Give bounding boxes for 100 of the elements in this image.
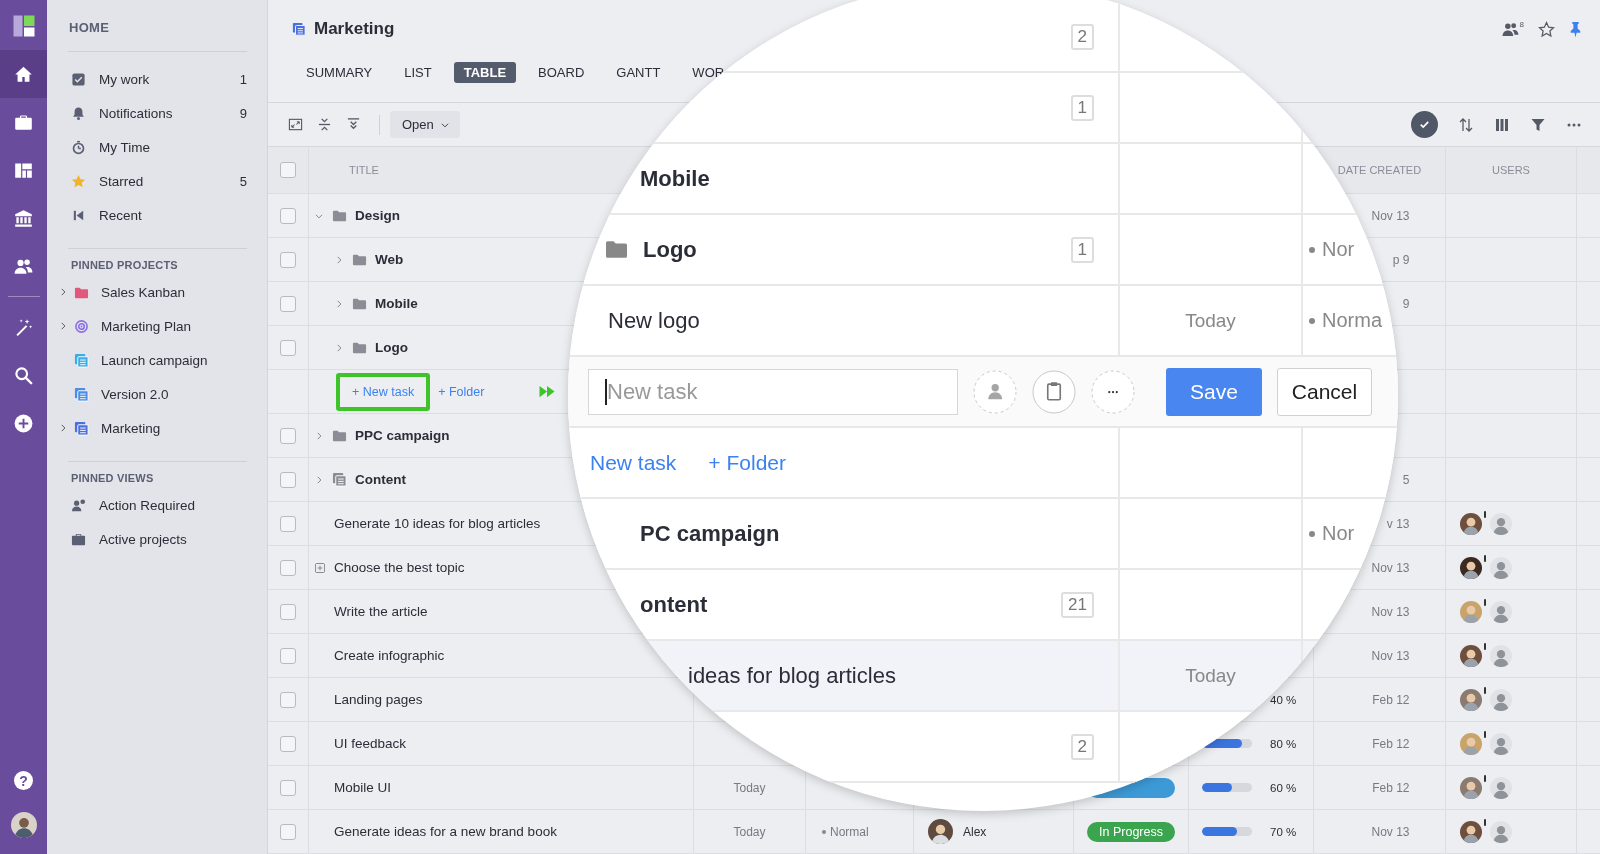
row-checkbox[interactable] bbox=[280, 251, 296, 268]
check-filter-button[interactable] bbox=[1411, 111, 1438, 138]
row-checkbox[interactable] bbox=[280, 779, 296, 796]
save-button[interactable]: Save bbox=[1166, 367, 1262, 416]
due-date: Today bbox=[1185, 309, 1236, 332]
row-checkbox[interactable] bbox=[280, 207, 296, 224]
avatar[interactable] bbox=[10, 812, 37, 838]
view-link[interactable]: Active projects bbox=[99, 531, 247, 547]
row-checkbox[interactable] bbox=[280, 647, 296, 664]
people-icon[interactable] bbox=[1501, 20, 1519, 38]
columns-icon[interactable] bbox=[1494, 116, 1510, 133]
nav-link[interactable]: Recent bbox=[99, 207, 247, 223]
row-checkbox[interactable] bbox=[280, 603, 296, 620]
row-checkbox[interactable] bbox=[280, 823, 296, 840]
project-link[interactable]: Launch campaign bbox=[101, 352, 247, 368]
collapse-icon[interactable] bbox=[317, 117, 332, 132]
row-title[interactable]: PC campaign bbox=[640, 520, 780, 547]
task-title[interactable]: Write the article bbox=[334, 604, 428, 619]
row-title[interactable]: PPC campaign bbox=[355, 428, 450, 443]
view-tab[interactable]: TABLE bbox=[453, 62, 517, 83]
row-checkbox[interactable] bbox=[280, 559, 296, 576]
project-link[interactable]: Marketing Plan bbox=[101, 318, 247, 334]
sort-icon[interactable] bbox=[1458, 116, 1474, 133]
folder-icon bbox=[352, 296, 367, 311]
person-alert-icon bbox=[71, 497, 86, 513]
progress-percent: 80 % bbox=[1270, 737, 1297, 750]
collapse-all-icon[interactable] bbox=[346, 117, 361, 132]
view-tab[interactable]: LIST bbox=[394, 62, 442, 83]
progress-percent: 70 % bbox=[1270, 825, 1297, 838]
date-created: Nov 13 bbox=[1370, 604, 1410, 619]
project-link[interactable]: Version 2.0 bbox=[101, 386, 247, 402]
expand-icon[interactable] bbox=[288, 117, 303, 132]
row-title[interactable]: Mobile bbox=[640, 165, 710, 192]
nav-link[interactable]: My Time bbox=[99, 139, 247, 155]
logo-icon bbox=[11, 14, 36, 38]
row-title[interactable]: ideas for blog articles bbox=[688, 662, 896, 689]
chevron-right-icon[interactable] bbox=[314, 430, 324, 441]
count-badge: 21 bbox=[1061, 591, 1094, 618]
item-count: 1 bbox=[239, 71, 247, 87]
row-checkbox[interactable] bbox=[280, 691, 296, 708]
task-title[interactable]: Landing pages bbox=[334, 692, 423, 707]
clipboard-icon[interactable] bbox=[1032, 369, 1076, 414]
progress-percent: 60 % bbox=[1270, 781, 1297, 794]
cancel-button[interactable]: Cancel bbox=[1277, 367, 1372, 416]
project-link[interactable]: Sales Kanban bbox=[101, 284, 247, 300]
briefcase-icon bbox=[14, 112, 33, 132]
expand-subtasks-icon[interactable] bbox=[314, 561, 326, 574]
date-created: Feb 12 bbox=[1371, 736, 1410, 751]
view-tab[interactable]: SUMMARY bbox=[296, 62, 383, 83]
task-title[interactable]: UI feedback bbox=[334, 736, 407, 751]
row-checkbox[interactable] bbox=[280, 339, 296, 356]
task-title[interactable]: Generate ideas for a new brand book bbox=[334, 824, 557, 839]
section-title: PINNED VIEWS bbox=[71, 472, 155, 484]
project-link[interactable]: Marketing bbox=[101, 420, 247, 436]
row-checkbox[interactable] bbox=[280, 295, 296, 312]
row-title[interactable]: New logo bbox=[608, 307, 700, 334]
project-title: Marketing bbox=[314, 19, 395, 39]
task-title[interactable]: Create infographic bbox=[334, 648, 445, 663]
date-created: v 13 bbox=[1385, 516, 1410, 531]
row-title[interactable]: ontent bbox=[640, 591, 708, 618]
add-link[interactable]: New task bbox=[590, 450, 677, 475]
task-title[interactable]: Generate 10 ideas for blog articles bbox=[334, 516, 541, 531]
row-title[interactable]: Web bbox=[375, 252, 404, 267]
row-title[interactable]: Mobile bbox=[375, 296, 418, 311]
task-title[interactable]: Mobile UI bbox=[334, 780, 392, 795]
list-icon bbox=[292, 22, 306, 36]
row-checkbox[interactable] bbox=[280, 515, 296, 532]
row-checkbox[interactable] bbox=[280, 427, 296, 444]
row-title[interactable]: Content bbox=[355, 472, 406, 487]
row-title[interactable]: Logo bbox=[375, 340, 408, 355]
chevron-right-icon[interactable] bbox=[334, 298, 344, 309]
count-badge: 1 bbox=[1070, 236, 1094, 263]
add-link[interactable]: + Folder bbox=[708, 450, 786, 475]
priority-label: Normal bbox=[806, 824, 869, 839]
row-checkbox[interactable] bbox=[280, 471, 296, 488]
nav-link[interactable]: My work bbox=[99, 71, 240, 87]
help-button[interactable]: ? bbox=[14, 771, 33, 790]
nav-link[interactable]: Notifications bbox=[99, 105, 240, 121]
assign-user-icon[interactable] bbox=[973, 369, 1017, 414]
row-title[interactable]: Design bbox=[355, 208, 400, 223]
chevron-right-icon[interactable] bbox=[334, 254, 344, 265]
chevron-right-icon[interactable] bbox=[58, 287, 68, 297]
row-checkbox[interactable] bbox=[280, 735, 296, 752]
chevron-right-icon[interactable] bbox=[58, 423, 68, 433]
chevron-right-icon[interactable] bbox=[314, 474, 324, 485]
chevron-right-icon[interactable] bbox=[334, 342, 344, 353]
view-link[interactable]: Action Required bbox=[99, 497, 247, 513]
chevron-right-icon[interactable] bbox=[58, 321, 68, 331]
item-count: 5 bbox=[239, 173, 247, 189]
select-all-checkbox[interactable] bbox=[280, 162, 296, 178]
task-title[interactable]: Choose the best topic bbox=[334, 560, 465, 575]
row-title[interactable]: Logo bbox=[643, 236, 697, 263]
folder-icon bbox=[332, 208, 347, 223]
nav-link[interactable]: Starred bbox=[99, 173, 240, 189]
star-icon[interactable] bbox=[1538, 20, 1555, 38]
filter-icon[interactable] bbox=[1530, 116, 1546, 133]
item-count: 9 bbox=[239, 105, 247, 121]
date-created: 9 bbox=[1401, 296, 1410, 311]
date-created: Feb 12 bbox=[1371, 780, 1410, 795]
status-dropdown[interactable]: Open bbox=[390, 111, 460, 138]
